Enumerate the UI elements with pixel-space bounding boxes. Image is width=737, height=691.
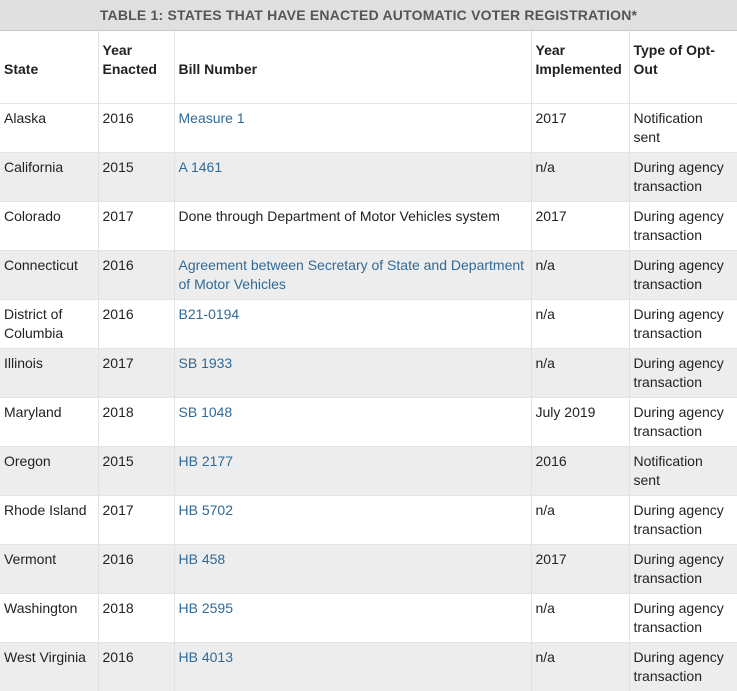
table-row: Washington 2018 HB 2595 n/a During agency tr… — [0, 592, 737, 642]
cell-opt-out: During agency transaction — [628, 396, 737, 446]
table-row: Oregon 2015 HB 2177 2016 Notification sent — [0, 445, 737, 495]
cell-bill-number: HB 458 — [173, 543, 531, 593]
cell-year-enacted: 2017 — [97, 347, 174, 397]
table-row: Vermont 2016 HB 458 2017 During agency trans… — [0, 543, 737, 593]
cell-state: District of Columbia — [0, 298, 98, 348]
cell-bill-number: A 1461 — [173, 151, 531, 201]
cell-year-enacted: 2016 — [97, 641, 174, 691]
cell-state: Washington — [0, 592, 98, 642]
cell-opt-out: During agency transaction — [628, 347, 737, 397]
bill-link[interactable]: HB 2177 — [179, 453, 233, 469]
cell-year-enacted: 2016 — [97, 249, 174, 299]
table-row: California 2015 A 1461 n/a During agency tra… — [0, 151, 737, 201]
cell-opt-out: During agency transaction — [628, 200, 737, 250]
cell-state: Rhode Island — [0, 494, 98, 544]
cell-opt-out: During agency transaction — [628, 298, 737, 348]
bill-link[interactable]: HB 458 — [179, 551, 226, 567]
cell-state: Colorado — [0, 200, 98, 250]
cell-state: Maryland — [0, 396, 98, 446]
cell-bill-number: Done through Department of Motor Vehicle… — [173, 200, 531, 250]
bill-link[interactable]: Measure 1 — [179, 110, 245, 126]
bill-link[interactable]: HB 5702 — [179, 502, 233, 518]
cell-state: California — [0, 151, 98, 201]
cell-year-implemented: 2016 — [530, 445, 629, 495]
cell-bill-number: Measure 1 — [173, 102, 531, 152]
cell-year-enacted: 2015 — [97, 151, 174, 201]
cell-opt-out: During agency transaction — [628, 249, 737, 299]
cell-opt-out: During agency transaction — [628, 592, 737, 642]
header-state: State — [0, 31, 98, 103]
cell-state: Vermont — [0, 543, 98, 593]
table-row: Alaska 2016 Measure 1 2017 Notification sent — [0, 102, 737, 152]
header-opt-out: Type of Opt-Out — [628, 31, 737, 103]
table-row: Maryland 2018 SB 1048 July 2019 During agenc… — [0, 396, 737, 446]
cell-year-enacted: 2017 — [97, 200, 174, 250]
cell-opt-out: Notification sent — [628, 102, 737, 152]
cell-opt-out: Notification sent — [628, 445, 737, 495]
bill-link[interactable]: B21-0194 — [179, 306, 240, 322]
cell-year-implemented: n/a — [530, 249, 629, 299]
cell-opt-out: During agency transaction — [628, 543, 737, 593]
cell-bill-number: HB 2595 — [173, 592, 531, 642]
cell-opt-out: During agency transaction — [628, 641, 737, 691]
cell-opt-out: During agency transaction — [628, 151, 737, 201]
cell-bill-number: SB 1933 — [173, 347, 531, 397]
cell-bill-number: HB 2177 — [173, 445, 531, 495]
header-bill-number: Bill Number — [173, 31, 531, 103]
cell-bill-number: B21-0194 — [173, 298, 531, 348]
table-row: Illinois 2017 SB 1933 n/a During agency tran… — [0, 347, 737, 397]
cell-year-implemented: n/a — [530, 494, 629, 544]
table-row: Connecticut 2016 Agreement between Secreta… — [0, 249, 737, 299]
bill-link[interactable]: SB 1048 — [179, 404, 233, 420]
cell-state: West Virginia — [0, 641, 98, 691]
cell-year-implemented: n/a — [530, 298, 629, 348]
cell-bill-number: HB 5702 — [173, 494, 531, 544]
bill-link[interactable]: A 1461 — [179, 159, 223, 175]
table-row: District of Columbia 2016 B21-0194 n/a Durin… — [0, 298, 737, 348]
table-row: Rhode Island 2017 HB 5702 n/a During agency … — [0, 494, 737, 544]
bill-link[interactable]: SB 1933 — [179, 355, 233, 371]
cell-year-implemented: n/a — [530, 592, 629, 642]
cell-year-enacted: 2016 — [97, 298, 174, 348]
cell-year-implemented: n/a — [530, 151, 629, 201]
cell-year-implemented: 2017 — [530, 102, 629, 152]
cell-state: Alaska — [0, 102, 98, 152]
cell-year-enacted: 2015 — [97, 445, 174, 495]
cell-bill-number: Agreement between Secretary of State and… — [173, 249, 531, 299]
table-row: West Virginia 2016 HB 4013 n/a During agency… — [0, 641, 737, 691]
cell-year-enacted: 2018 — [97, 396, 174, 446]
cell-year-enacted: 2018 — [97, 592, 174, 642]
cell-opt-out: During agency transaction — [628, 494, 737, 544]
cell-year-enacted: 2016 — [97, 102, 174, 152]
cell-bill-number: SB 1048 — [173, 396, 531, 446]
cell-year-enacted: 2016 — [97, 543, 174, 593]
bill-link[interactable]: HB 2595 — [179, 600, 233, 616]
cell-year-implemented: July 2019 — [530, 396, 629, 446]
header-year-enacted: Year Enacted — [97, 31, 174, 103]
cell-year-enacted: 2017 — [97, 494, 174, 544]
header-row: State Year Enacted Bill Number Year Impl… — [0, 31, 737, 103]
table-row: Colorado 2017 Done through Department of M… — [0, 200, 737, 250]
bill-link[interactable]: Agreement between Secretary of State and… — [179, 257, 525, 292]
cell-year-implemented: 2017 — [530, 200, 629, 250]
cell-state: Connecticut — [0, 249, 98, 299]
cell-year-implemented: n/a — [530, 347, 629, 397]
cell-bill-number: HB 4013 — [173, 641, 531, 691]
cell-year-implemented: n/a — [530, 641, 629, 691]
table-caption: TABLE 1: STATES THAT HAVE ENACTED AUTOMA… — [0, 0, 737, 31]
voter-registration-table: State Year Enacted Bill Number Year Impl… — [0, 31, 737, 691]
cell-year-implemented: 2017 — [530, 543, 629, 593]
cell-state: Illinois — [0, 347, 98, 397]
bill-link[interactable]: HB 4013 — [179, 649, 233, 665]
cell-state: Oregon — [0, 445, 98, 495]
header-year-implemented: Year Implemented — [530, 31, 629, 103]
